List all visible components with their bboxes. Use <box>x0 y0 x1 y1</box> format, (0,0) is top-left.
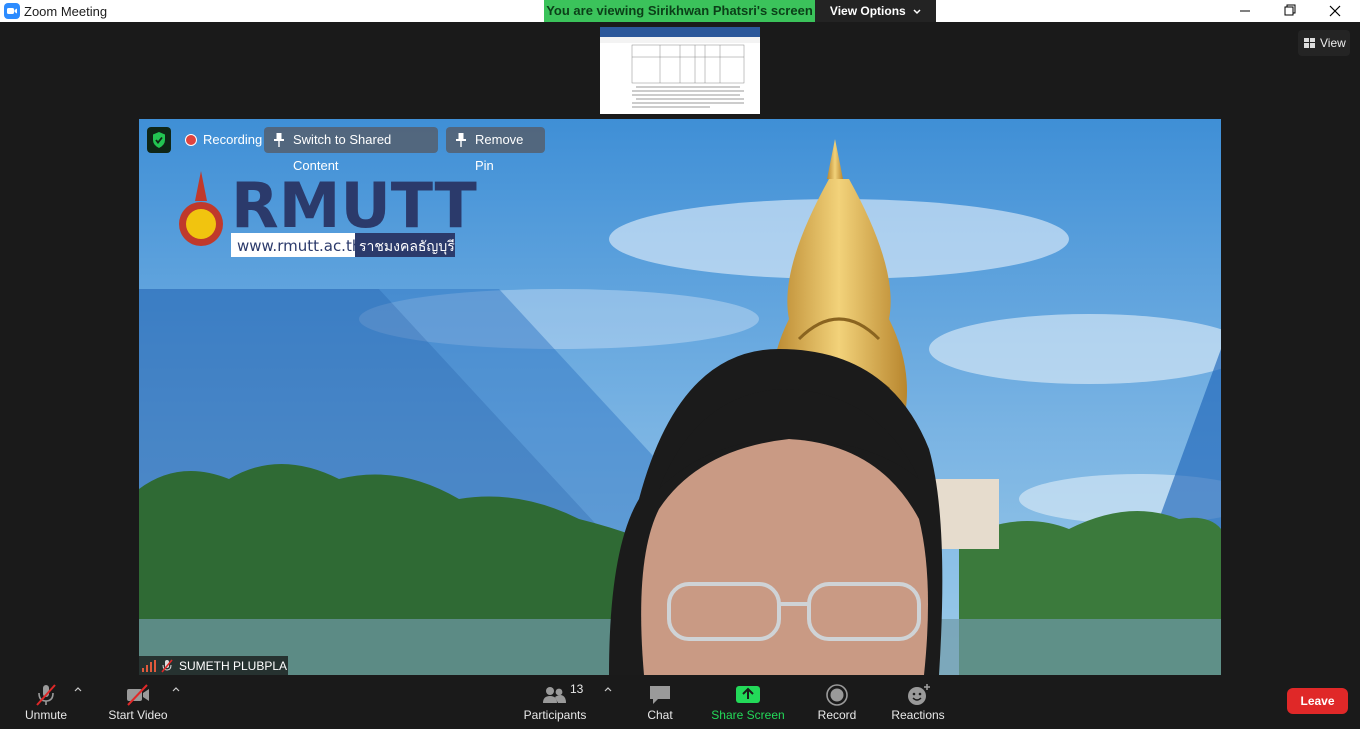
leave-button[interactable]: Leave <box>1287 688 1348 714</box>
start-video-button[interactable]: Start Video <box>104 677 172 727</box>
remove-pin-label: Remove Pin <box>475 132 524 173</box>
maximize-icon[interactable] <box>1267 0 1313 22</box>
participants-count: 13 <box>570 682 584 696</box>
audio-options-caret[interactable] <box>73 685 83 693</box>
chat-icon <box>650 686 670 704</box>
close-icon[interactable] <box>1312 0 1358 22</box>
unmute-button[interactable]: Unmute <box>16 677 76 727</box>
view-options-label: View Options <box>829 4 906 18</box>
encryption-badge[interactable] <box>147 127 171 153</box>
rmutt-thai-name: ราชมงคลธัญบุรี <box>359 239 455 255</box>
switch-to-shared-content-button[interactable]: Switch to Shared Content <box>264 127 438 173</box>
switch-label: Switch to Shared Content <box>293 132 392 173</box>
participant-video[interactable]: RMUTT www.rmutt.ac.th ราชมงคลธัญบุรี <box>139 119 1221 675</box>
record-icon <box>826 684 848 706</box>
chevron-down-icon <box>913 9 921 14</box>
window-title: Zoom Meeting <box>24 4 108 19</box>
share-screen-icon <box>736 686 760 703</box>
reactions-icon <box>908 684 930 705</box>
recording-dot-icon <box>185 134 197 146</box>
title-bar: Zoom Meeting You are viewing Sirikhwan P… <box>0 0 1360 22</box>
video-options-caret[interactable] <box>171 685 181 693</box>
start-video-label: Start Video <box>108 708 168 722</box>
share-screen-label: Share Screen <box>711 708 785 722</box>
remove-pin-button[interactable]: Remove Pin <box>446 127 545 173</box>
unpin-icon <box>456 133 466 147</box>
recording-indicator[interactable]: Recording <box>176 127 263 153</box>
participants-icon <box>543 687 566 703</box>
signal-icon <box>142 660 156 672</box>
grid-view-icon <box>1304 38 1315 48</box>
shield-check-icon <box>153 132 165 148</box>
participants-options-caret[interactable] <box>603 685 613 693</box>
recording-label: Recording <box>203 132 263 147</box>
video-off-icon <box>127 684 149 706</box>
shared-screen-thumbnail[interactable] <box>600 27 760 114</box>
participants-label: Participants <box>523 708 587 722</box>
view-button[interactable]: View <box>1298 30 1350 56</box>
chat-label: Chat <box>647 708 673 722</box>
chat-button[interactable]: Chat <box>636 677 684 727</box>
reactions-label: Reactions <box>891 708 945 722</box>
minimize-icon[interactable] <box>1222 0 1268 22</box>
rmutt-logo-text: RMUTT <box>231 169 477 242</box>
view-label: View <box>1320 36 1346 50</box>
video-background: RMUTT www.rmutt.ac.th ราชมงคลธัญบุรี <box>139 119 1221 675</box>
share-screen-button[interactable]: Share Screen <box>708 677 788 727</box>
zoom-logo-icon <box>4 3 20 19</box>
meeting-toolbar: Unmute Start Video Participants 13 Chat <box>0 675 1360 729</box>
view-options-button[interactable]: View Options <box>815 0 936 22</box>
record-button[interactable]: Record <box>812 677 862 727</box>
participant-name-tag: SUMETH PLUBPLA <box>139 656 288 675</box>
pin-icon <box>274 133 284 147</box>
rmutt-website: www.rmutt.ac.th <box>237 237 361 255</box>
reactions-button[interactable]: Reactions <box>886 677 950 727</box>
unmute-label: Unmute <box>24 708 68 722</box>
participant-name: SUMETH PLUBPLA <box>179 659 288 673</box>
viewing-banner: You are viewing Sirikhwan Phatsri's scre… <box>544 0 815 22</box>
mic-muted-icon <box>161 659 173 673</box>
document-preview <box>600 27 760 108</box>
microphone-muted-icon <box>36 684 56 706</box>
record-label: Record <box>817 708 857 722</box>
